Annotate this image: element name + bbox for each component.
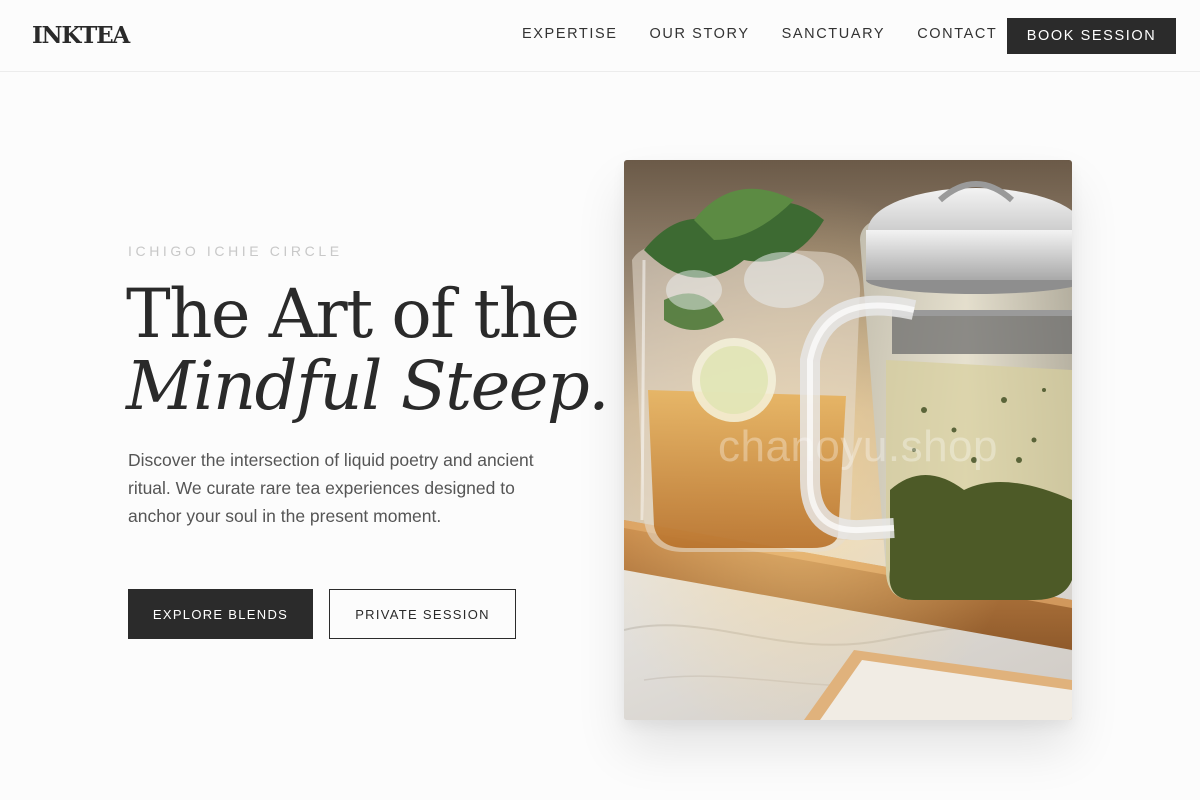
hero-eyebrow: ICHIGO ICHIE CIRCLE — [128, 243, 343, 259]
nav-link-our-story[interactable]: OUR STORY — [650, 26, 750, 42]
private-session-button[interactable]: PRIVATE SESSION — [329, 589, 516, 639]
nav-link-sanctuary[interactable]: SANCTUARY — [782, 26, 886, 42]
explore-blends-button[interactable]: EXPLORE BLENDS — [128, 589, 313, 639]
headline-line-1: The Art of the — [126, 275, 580, 353]
site-header: INKTEA EXPERTISE OUR STORY SANCTUARY CON… — [0, 0, 1200, 72]
nav-link-contact[interactable]: CONTACT — [917, 26, 997, 42]
book-session-button[interactable]: BOOK SESSION — [1007, 18, 1176, 54]
hero-image: chanoyu.shop — [624, 160, 1072, 720]
headline-line-2: Mindful Steep. — [126, 347, 610, 425]
hero-headline: The Art of the Mindful Steep. — [126, 275, 610, 425]
main-nav: EXPERTISE OUR STORY SANCTUARY CONTACT — [522, 26, 997, 42]
image-watermark: chanoyu.shop — [718, 422, 998, 471]
hero-description: Discover the intersection of liquid poet… — [128, 450, 534, 526]
brand-logo[interactable]: INKTEA — [32, 22, 130, 49]
nav-link-expertise[interactable]: EXPERTISE — [522, 26, 618, 42]
